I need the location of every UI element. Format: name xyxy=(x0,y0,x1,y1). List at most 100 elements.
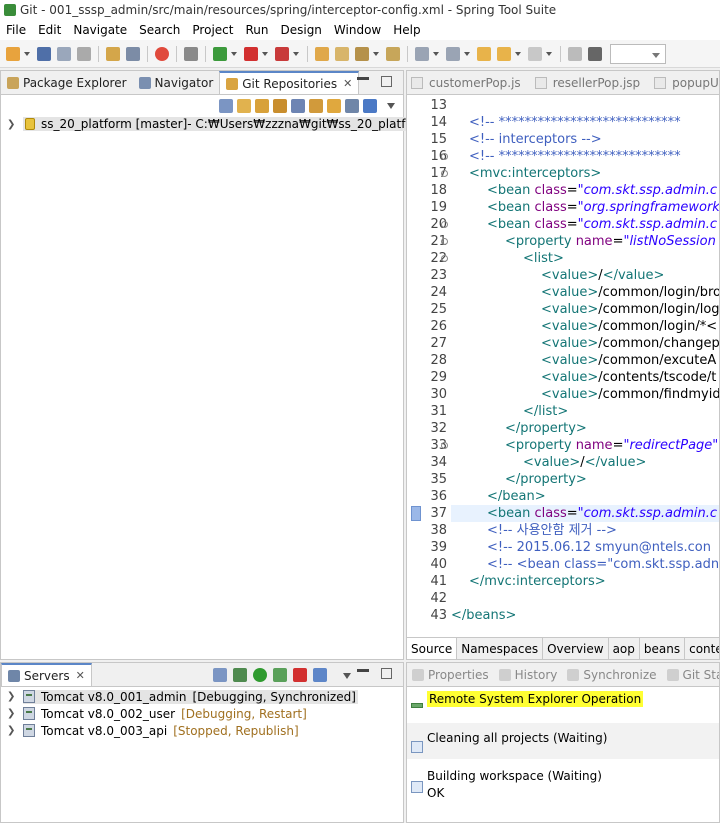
menu-window[interactable]: Window xyxy=(328,23,387,37)
fold-toggle-icon[interactable] xyxy=(441,221,448,228)
print-icon[interactable] xyxy=(77,46,91,61)
code-line[interactable]: <value>/common/findmyid xyxy=(541,386,719,403)
debug-icon[interactable] xyxy=(213,46,227,61)
expand-icon[interactable]: ❯ xyxy=(7,691,15,702)
code-line[interactable]: <value>/common/login/log xyxy=(541,301,719,318)
tab-overview[interactable]: Overview xyxy=(543,638,609,659)
code-line[interactable]: <!-- **************************** xyxy=(469,114,681,131)
code-line[interactable]: <list> xyxy=(523,250,564,267)
code-line[interactable]: <value>/common/login/*< xyxy=(541,318,717,335)
server-row-api[interactable]: ❯ Tomcat v8.0_003_api [Stopped, Republis… xyxy=(7,722,299,739)
perspective-combo[interactable] xyxy=(610,43,666,64)
code-area[interactable]: 13 14 <!-- **************************** 15 <… xyxy=(407,95,719,625)
fold-toggle-icon[interactable] xyxy=(441,170,448,177)
spring-icon[interactable] xyxy=(155,46,169,61)
prev-annotation-dropdown-icon[interactable] xyxy=(464,51,470,56)
add-repository-icon[interactable] xyxy=(255,99,269,113)
repository-tree-item[interactable]: ❯ ss_20_platform [master] - C:₩Users₩zzz… xyxy=(7,115,463,133)
code-line[interactable]: <!-- <bean class="com.skt.ssp.adn xyxy=(487,556,719,573)
minimize-icon[interactable] xyxy=(357,77,369,80)
forward-dropdown-icon[interactable] xyxy=(546,51,552,56)
tab-navigator[interactable]: Navigator xyxy=(133,71,220,94)
minimize-icon[interactable] xyxy=(357,669,369,672)
tab-aop[interactable]: aop xyxy=(608,638,640,659)
server-selection[interactable]: Tomcat v8.0_001_admin [Debugging, Synchr… xyxy=(23,689,358,704)
code-line[interactable]: <!-- 사용안함 제거 --> xyxy=(487,522,617,539)
expand-icon[interactable]: ❯ xyxy=(7,708,15,719)
code-line[interactable]: </property> xyxy=(505,471,587,488)
save-all-icon[interactable] xyxy=(57,46,71,61)
maximize-icon[interactable] xyxy=(381,76,392,87)
open-task-icon[interactable] xyxy=(126,46,140,61)
menu-run[interactable]: Run xyxy=(239,23,274,37)
repository-selection[interactable]: ss_20_platform [master] - C:₩Users₩zzzna… xyxy=(23,117,463,131)
code-line[interactable]: <property name="redirectPage" xyxy=(505,437,718,454)
last-edit-icon[interactable] xyxy=(477,46,491,61)
server-row-user[interactable]: ❯ Tomcat v8.0_002_user [Debugging, Resta… xyxy=(7,705,307,722)
code-line[interactable]: <value>/contents/tscode/t xyxy=(541,369,716,386)
server-row-admin[interactable]: ❯ Tomcat v8.0_001_admin [Debugging, Sync… xyxy=(7,688,358,705)
menu-project[interactable]: Project xyxy=(186,23,239,37)
code-line[interactable]: <value>/common/login/bro xyxy=(541,284,719,301)
menu-file[interactable]: File xyxy=(0,23,32,37)
open-type-icon[interactable] xyxy=(106,46,120,61)
menu-design[interactable]: Design xyxy=(274,23,327,37)
publish-icon[interactable] xyxy=(313,668,327,682)
code-line[interactable]: <!-- **************************** xyxy=(469,148,681,165)
menu-navigate[interactable]: Navigate xyxy=(67,23,133,37)
editor-tab-popup-user[interactable]: popupUserIn xyxy=(650,76,719,90)
code-line[interactable]: </bean> xyxy=(487,488,546,505)
code-line[interactable]: <mvc:interceptors> xyxy=(469,165,601,182)
profile-server-icon[interactable] xyxy=(273,668,287,682)
menu-search[interactable]: Search xyxy=(133,23,186,37)
tab-context[interactable]: context xyxy=(685,638,719,659)
view-menu-icon[interactable] xyxy=(343,673,351,679)
tab-namespaces[interactable]: Namespaces xyxy=(457,638,544,659)
collapse-all-icon[interactable] xyxy=(219,99,233,113)
stop-server-icon[interactable] xyxy=(293,668,307,682)
stop-dropdown-icon[interactable] xyxy=(262,51,268,56)
clone-repository-icon[interactable] xyxy=(273,99,287,113)
tab-git-repositories[interactable]: Git Repositories ✕ xyxy=(219,71,360,94)
code-line[interactable]: </mvc:interceptors> xyxy=(469,573,606,590)
editor-tab-customer-pop[interactable]: customerPop.js xyxy=(407,76,531,90)
code-line[interactable]: <bean class="com.skt.ssp.admin.c xyxy=(487,182,717,199)
code-line[interactable]: </list> xyxy=(523,403,568,420)
hierarchy-icon[interactable] xyxy=(345,99,359,113)
code-line[interactable]: <bean class="com.skt.ssp.admin.c xyxy=(487,505,717,522)
forward-icon[interactable] xyxy=(528,46,542,61)
new-icon[interactable] xyxy=(6,46,20,61)
create-repository-icon[interactable] xyxy=(291,99,305,113)
code-line[interactable]: <bean class="org.springframework xyxy=(487,199,719,216)
debug-server-icon[interactable] xyxy=(233,668,247,682)
close-icon[interactable]: ✕ xyxy=(343,77,352,90)
skip-breakpoints-icon[interactable] xyxy=(184,46,198,61)
refresh-icon[interactable] xyxy=(327,99,341,113)
next-annotation-dropdown-icon[interactable] xyxy=(433,51,439,56)
close-icon[interactable]: ✕ xyxy=(76,669,85,682)
perspective-grid-icon[interactable] xyxy=(588,46,602,61)
menu-edit[interactable]: Edit xyxy=(32,23,67,37)
search-icon[interactable] xyxy=(386,46,400,61)
tab-servers[interactable]: Servers ✕ xyxy=(1,663,92,686)
code-line[interactable]: </property> xyxy=(505,420,587,437)
back-dropdown-icon[interactable] xyxy=(515,51,521,56)
prev-annotation-icon[interactable] xyxy=(446,46,460,61)
code-line[interactable]: <value>/common/excuteA xyxy=(541,352,716,369)
code-line[interactable]: <!-- interceptors --> xyxy=(469,131,602,148)
open-folder-icon[interactable] xyxy=(315,46,329,61)
new-dropdown-icon[interactable] xyxy=(24,51,30,56)
sort-icon[interactable] xyxy=(363,99,377,113)
expand-icon[interactable]: ❯ xyxy=(7,725,15,736)
git-branch-icon[interactable] xyxy=(309,99,323,113)
code-line[interactable]: <value>/</value> xyxy=(541,267,664,284)
fold-toggle-icon[interactable] xyxy=(441,442,448,449)
link-editor-icon[interactable] xyxy=(237,99,251,113)
debug-dropdown-icon[interactable] xyxy=(231,51,237,56)
run-external-dropdown-icon[interactable] xyxy=(293,51,299,56)
tab-package-explorer[interactable]: Package Explorer xyxy=(1,71,133,94)
menu-help[interactable]: Help xyxy=(387,23,426,37)
tab-source[interactable]: Source xyxy=(407,638,458,659)
view-menu-icon[interactable] xyxy=(387,103,395,109)
code-line[interactable]: <value>/</value> xyxy=(523,454,646,471)
